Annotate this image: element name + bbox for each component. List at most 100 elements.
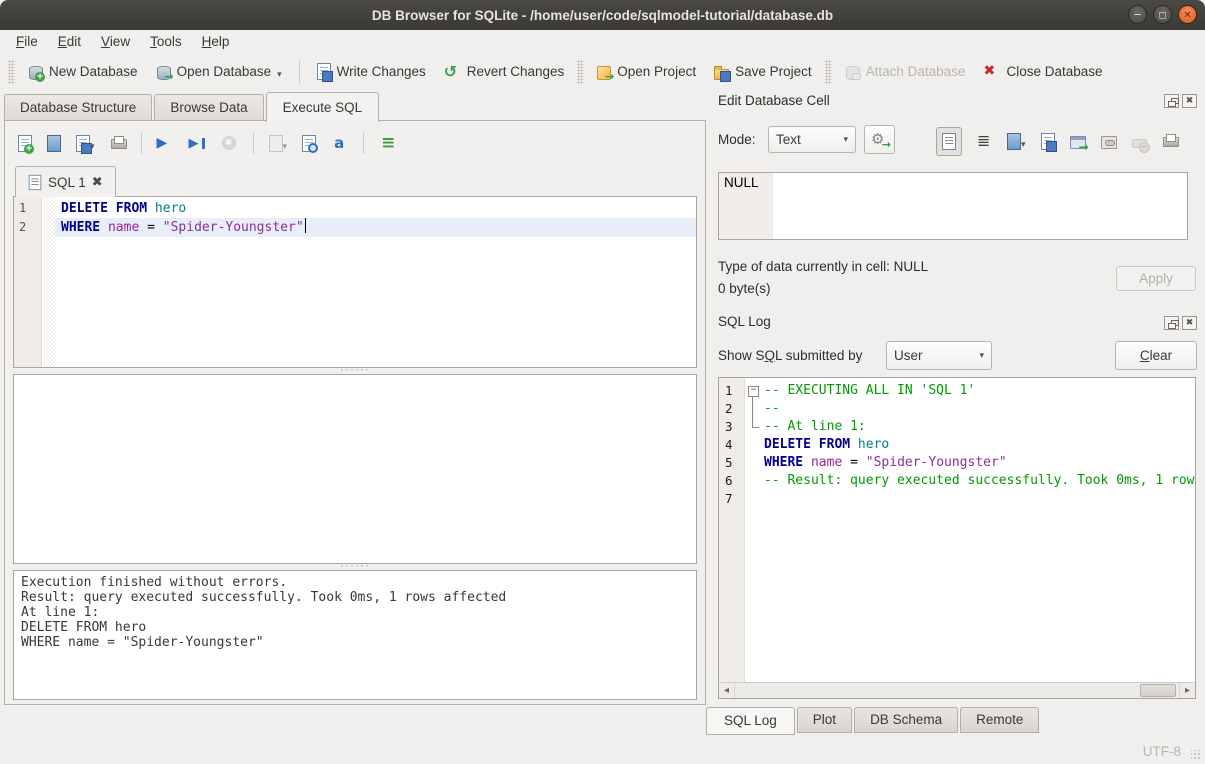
mode-select[interactable]: Text: [768, 126, 856, 153]
menu-tools[interactable]: Tools: [140, 32, 192, 51]
dock-tab-db-schema[interactable]: DB Schema: [854, 707, 958, 733]
titlebar[interactable]: DB Browser for SQLite - /home/user/code/…: [0, 0, 1205, 30]
close-icon[interactable]: [1178, 5, 1197, 24]
token: -- At line 1:: [764, 419, 866, 434]
token: name: [108, 220, 139, 235]
sql-log-dock-buttons: [1164, 316, 1197, 330]
dock-tab-sql-log[interactable]: SQL Log: [706, 707, 795, 735]
chevron-down-icon: [843, 135, 848, 145]
menu-file[interactable]: File: [6, 32, 48, 51]
statusbar: UTF-8: [0, 738, 1205, 764]
sql-editor[interactable]: 1DELETE FROM hero2WHERE name = "Spider-Y…: [13, 196, 697, 368]
close-dock-icon[interactable]: [1182, 316, 1197, 330]
close-database-button[interactable]: Close Database: [974, 58, 1111, 85]
editor-line[interactable]: 2WHERE name = "Spider-Youngster": [14, 218, 696, 237]
message-line: At line 1:: [21, 605, 689, 620]
exec-all-button[interactable]: [154, 132, 177, 155]
apply-button[interactable]: Apply: [1116, 266, 1196, 291]
toolbar-separator: [141, 132, 142, 154]
close-tab-icon[interactable]: [92, 175, 103, 190]
open-project-button[interactable]: Open Project: [588, 59, 705, 85]
minimize-icon[interactable]: [1128, 5, 1147, 24]
token: [850, 437, 858, 452]
menu-edit[interactable]: Edit: [48, 32, 91, 51]
token: DELETE FROM: [764, 437, 850, 452]
tab-browse-data[interactable]: Browse Data: [154, 94, 263, 121]
token: [147, 201, 155, 216]
indent-lines-button[interactable]: [376, 132, 399, 155]
scroll-left-icon[interactable]: [719, 683, 735, 698]
code-text: DELETE FROM hero: [55, 199, 696, 218]
token: DELETE FROM: [61, 201, 147, 216]
tab-execute-sql[interactable]: Execute SQL: [266, 92, 380, 122]
cell-print-button[interactable]: [1160, 131, 1180, 151]
cell-import-button[interactable]: [1005, 131, 1028, 152]
sql-open-button[interactable]: [44, 132, 64, 155]
sql-log-filter-select[interactable]: User: [886, 341, 992, 370]
project-save-icon: [714, 69, 729, 80]
revert-changes-button[interactable]: Revert Changes: [435, 58, 574, 85]
cell-link-button[interactable]: [1099, 132, 1119, 151]
format-auto-button[interactable]: [328, 132, 351, 155]
resize-grip[interactable]: [1191, 750, 1201, 760]
toolbar-separator: [253, 132, 254, 154]
apply-import-button[interactable]: [864, 125, 895, 154]
sql-new-tab-button[interactable]: [15, 132, 35, 155]
cell-wrap-button[interactable]: [973, 131, 994, 152]
results-message-splitter[interactable]: [5, 564, 705, 570]
log-text: DELETE FROM hero: [762, 436, 1195, 454]
window-controls: [1128, 5, 1197, 24]
sql-save-button[interactable]: [73, 132, 98, 155]
cell-editor[interactable]: NULL: [718, 172, 1188, 240]
find-replace-button[interactable]: [299, 132, 319, 155]
new-database-button[interactable]: New Database: [19, 59, 147, 85]
tab-label: Browse Data: [170, 100, 247, 115]
line-number: 2: [14, 218, 43, 237]
cell-export-button[interactable]: [1068, 132, 1088, 151]
editor-line[interactable]: 1DELETE FROM hero: [14, 199, 696, 218]
apply-button-label: Apply: [1139, 271, 1173, 286]
dock-tab-label: DB Schema: [870, 712, 942, 727]
open-project-label: Open Project: [617, 64, 696, 79]
log-horizontal-scrollbar[interactable]: [719, 682, 1195, 698]
log-line: 6-- Result: query executed successfully.…: [719, 472, 1195, 490]
log-line: 1-- EXECUTING ALL IN 'SQL 1': [719, 382, 1195, 400]
right-dock: Edit Database Cell Mode: Text NULL Type …: [706, 90, 1205, 738]
tab-database-structure[interactable]: Database Structure: [4, 94, 152, 121]
dock-tab-remote[interactable]: Remote: [960, 707, 1039, 733]
menu-view[interactable]: View: [91, 32, 140, 51]
text-cursor: [305, 218, 307, 233]
save-project-button[interactable]: Save Project: [705, 59, 821, 85]
token: WHERE: [764, 455, 803, 470]
close-dock-icon[interactable]: [1182, 94, 1197, 108]
sql-print-button[interactable]: [107, 132, 129, 154]
toolbar-drag-handle: [8, 60, 15, 84]
write-changes-button[interactable]: Write Changes: [308, 58, 435, 85]
float-dock-icon[interactable]: [1164, 94, 1179, 108]
scrollbar-track[interactable]: [735, 683, 1179, 698]
tab-label: Database Structure: [20, 100, 136, 115]
fold-marker[interactable]: [746, 382, 762, 400]
exec-line-icon: [189, 135, 206, 152]
scroll-right-icon[interactable]: [1179, 683, 1195, 698]
dock-tabbar: SQL LogPlot DB Schema Remote: [706, 707, 1041, 736]
cell-export-icon: [1070, 136, 1086, 149]
sql-log-lines: 1-- EXECUTING ALL IN 'SQL 1'2--3-- At li…: [719, 378, 1195, 508]
results-pane: [13, 374, 697, 564]
open-database-button[interactable]: Open Database: [147, 59, 291, 85]
exec-line-button[interactable]: [186, 132, 209, 155]
cell-toolbar: [936, 126, 1180, 156]
dock-tab-plot[interactable]: Plot: [797, 707, 852, 733]
menu-help[interactable]: Help: [192, 32, 240, 51]
scrollbar-thumb[interactable]: [1140, 684, 1176, 697]
clear-button[interactable]: Clear: [1115, 341, 1197, 370]
editor-results-splitter[interactable]: [5, 368, 705, 374]
float-dock-icon[interactable]: [1164, 316, 1179, 330]
maximize-icon[interactable]: [1153, 5, 1172, 24]
cell-text-mode-button[interactable]: [936, 127, 962, 156]
cell-save-button[interactable]: [1039, 131, 1057, 152]
sql-file-tab[interactable]: SQL 1: [15, 166, 116, 197]
fold-marker: [746, 490, 762, 508]
log-line: 4DELETE FROM hero: [719, 436, 1195, 454]
log-text: WHERE name = "Spider-Youngster": [762, 454, 1195, 472]
